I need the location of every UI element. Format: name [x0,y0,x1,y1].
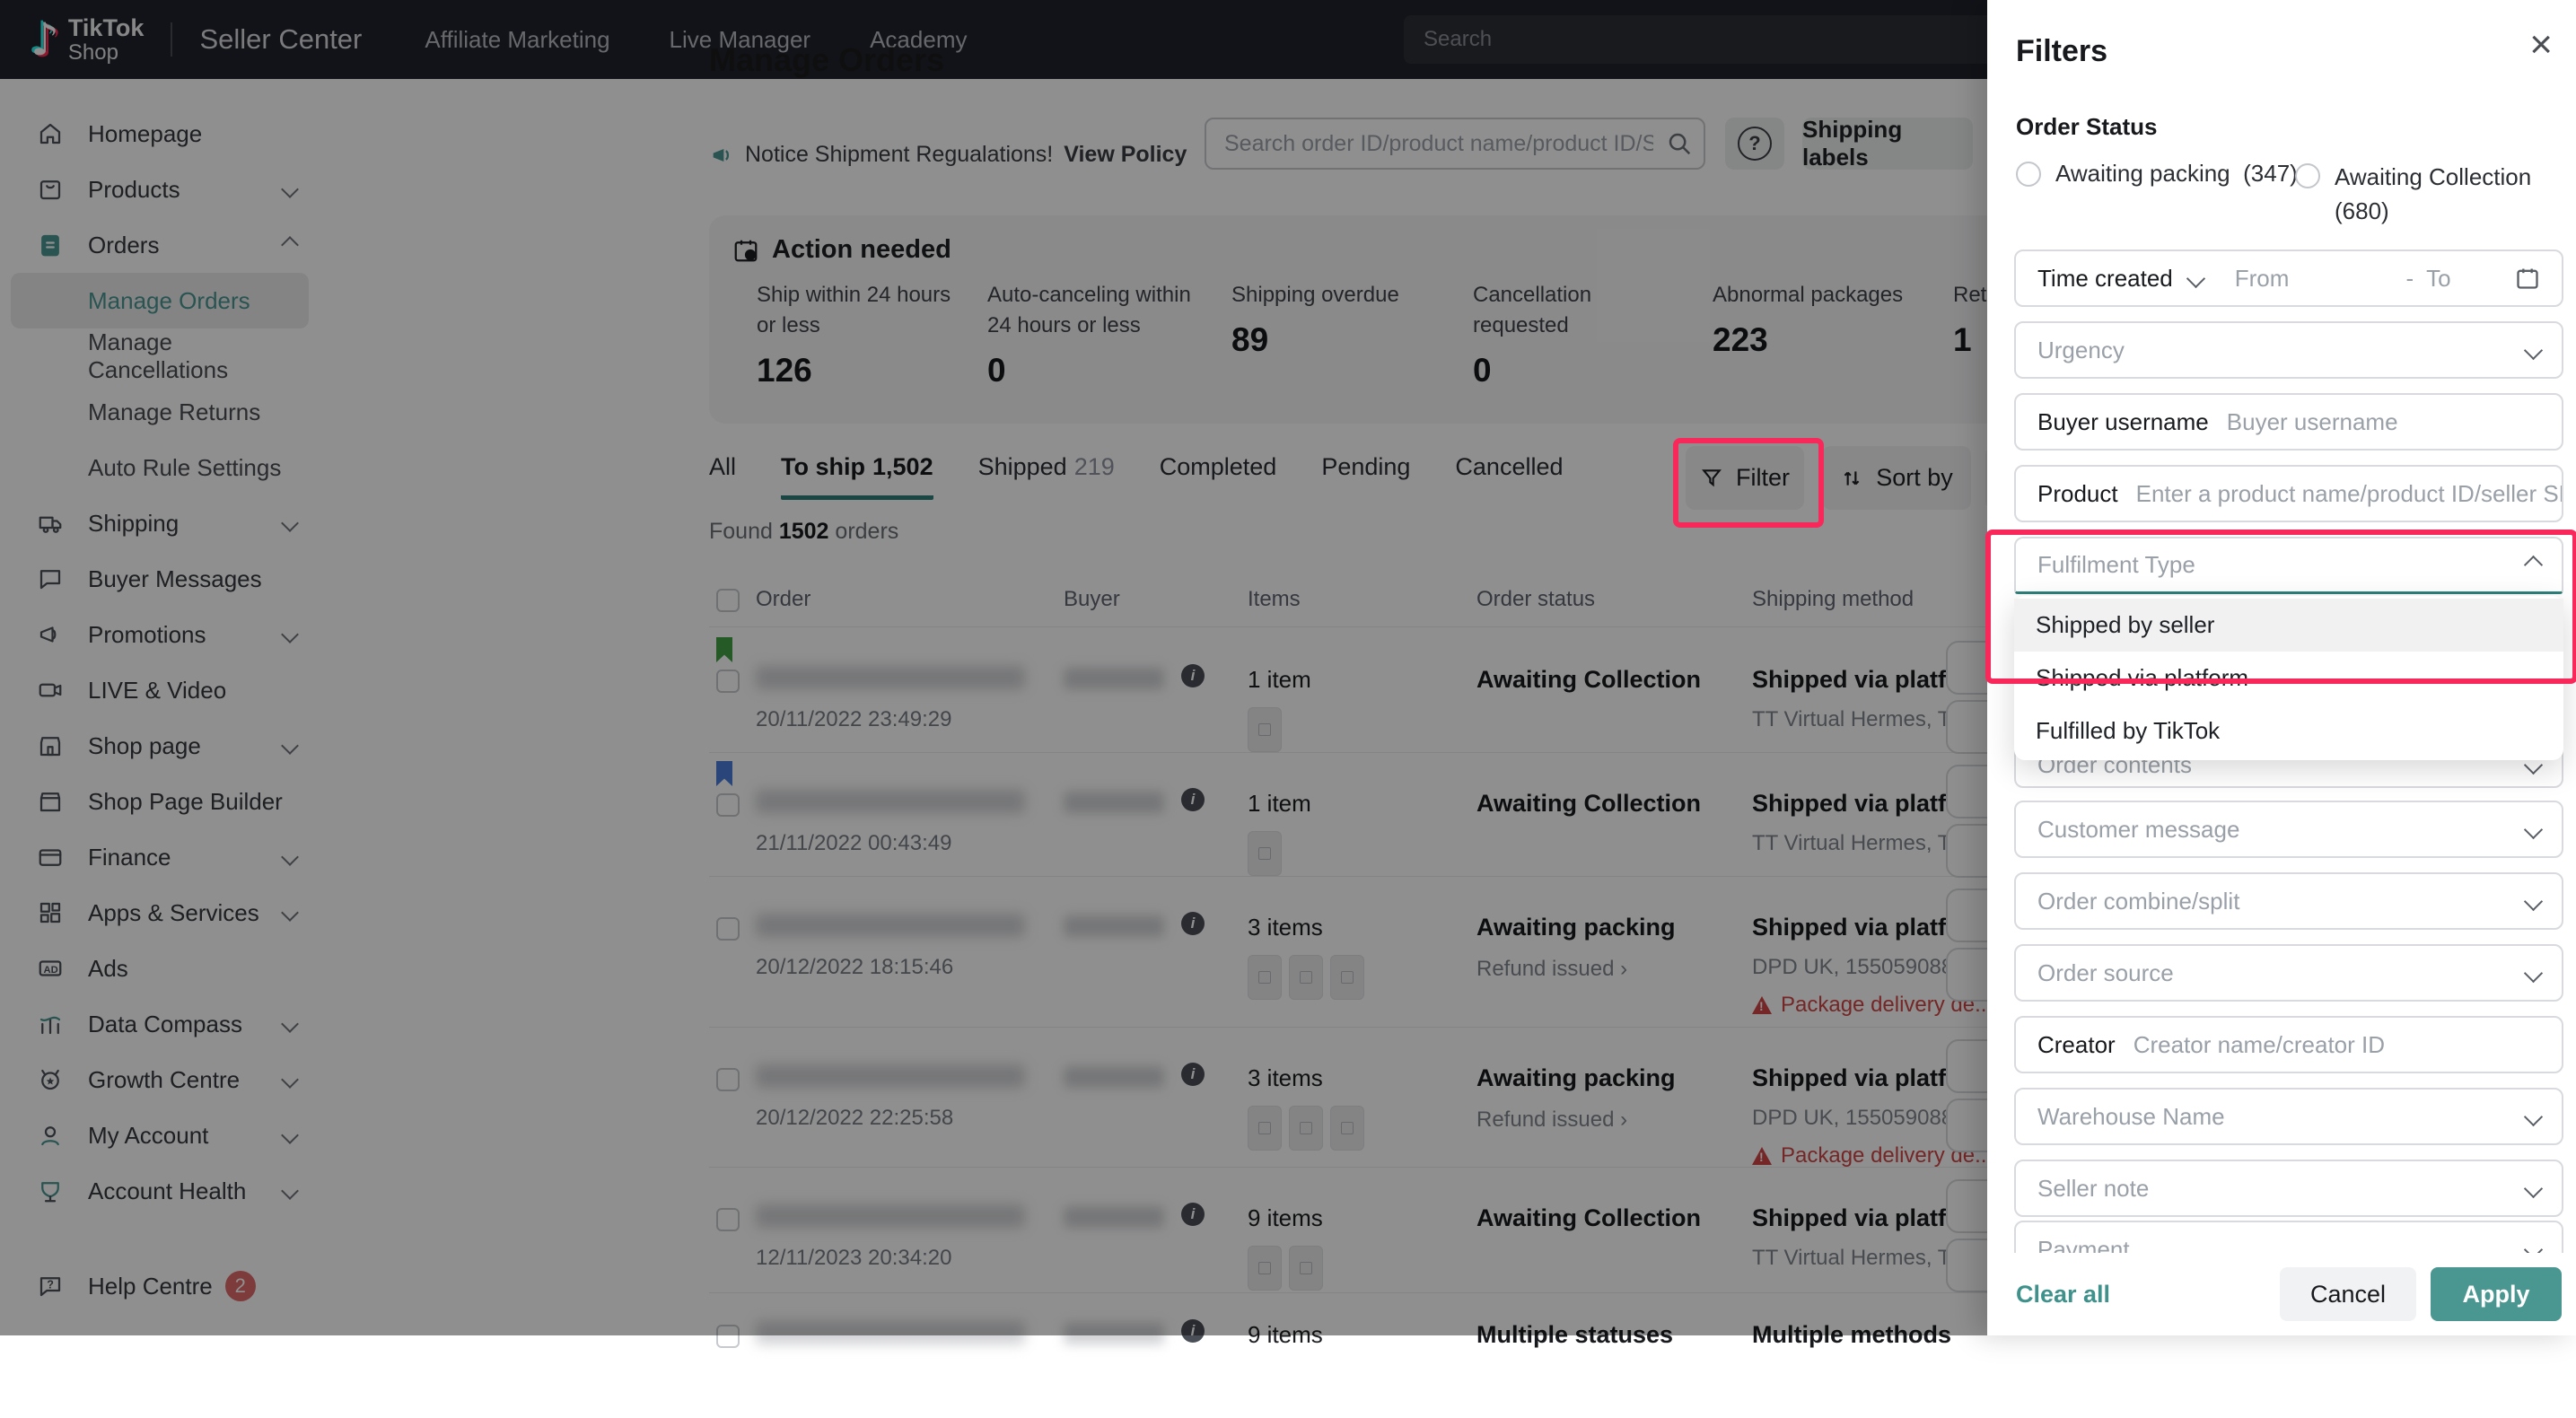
chevron-down-icon [2523,819,2544,839]
cancel-button[interactable]: Cancel [2280,1267,2416,1321]
chevron-down-icon [2523,1178,2544,1198]
chevron-down-icon [2186,268,2205,288]
order-status-label: Order Status [2016,113,2158,140]
product-field[interactable]: Product Enter a product name/product ID/… [2014,465,2563,522]
warehouse-name-select[interactable]: Warehouse Name [2014,1088,2563,1145]
annotation-filter-button [1673,438,1824,528]
date-to-placeholder: To [2426,264,2451,292]
radio-awaiting-collection[interactable]: Awaiting Collection (680) [2295,160,2531,228]
seller-note-select[interactable]: Seller note [2014,1160,2563,1217]
clear-all-link[interactable]: Clear all [2016,1281,2110,1309]
modal-scrim[interactable] [0,0,1987,1335]
option-fulfilled-by-tiktok[interactable]: Fulfilled by TikTok [2014,705,2563,757]
radio-icon[interactable] [2016,161,2041,187]
filters-title: Filters [2016,34,2108,68]
annotation-fulfilment-dropdown [1985,530,2576,684]
chevron-down-icon [2523,340,2544,360]
chevron-down-icon [2523,963,2544,983]
customer-message-select[interactable]: Customer message [2014,801,2563,858]
time-created-field[interactable]: Time created From - To [2014,249,2563,307]
apply-button[interactable]: Apply [2431,1267,2562,1321]
radio-icon[interactable] [2295,163,2320,188]
radio-awaiting-packing[interactable]: Awaiting packing (347) [2016,160,2298,188]
calendar-icon [2517,268,2538,289]
creator-field[interactable]: Creator Creator name/creator ID [2014,1016,2563,1073]
close-icon[interactable]: × [2529,25,2553,65]
chevron-down-icon [2523,891,2544,911]
date-from-placeholder: From [2234,264,2290,292]
chevron-down-icon [2523,1107,2544,1126]
order-combine-split-select[interactable]: Order combine/split [2014,872,2563,930]
order-source-select[interactable]: Order source [2014,944,2563,1002]
filters-footer: Clear all Cancel Apply [1987,1253,2576,1335]
urgency-select[interactable]: Urgency [2014,321,2563,379]
buyer-username-field[interactable]: Buyer username Buyer username [2014,393,2563,451]
